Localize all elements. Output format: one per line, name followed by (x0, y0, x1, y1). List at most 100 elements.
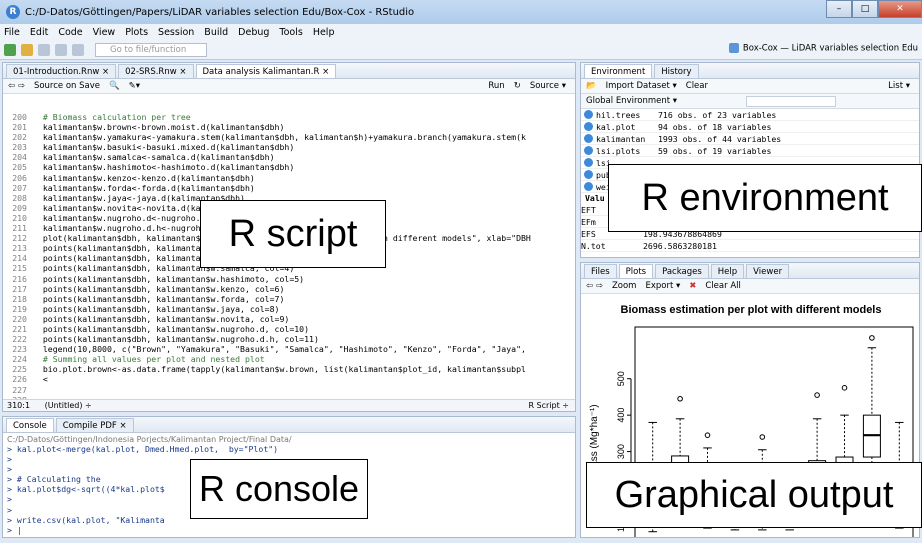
menu-help[interactable]: Help (313, 27, 335, 38)
remove-plot-icon[interactable]: ✖ (689, 281, 696, 291)
load-workspace-icon[interactable]: 📂 (586, 81, 597, 91)
maximize-button[interactable]: □ (852, 0, 878, 18)
environment-tab[interactable]: Environment (584, 64, 653, 78)
global-environment-selector[interactable]: Global Environment ▾ (586, 96, 677, 106)
clear-all-button[interactable]: Clear All (705, 281, 740, 291)
line-number: 206 (12, 172, 27, 183)
code-line[interactable]: points(kalimantan$dbh, kalimantan$w.novi… (33, 314, 531, 324)
code-line[interactable]: < (33, 374, 531, 384)
environment-row[interactable]: kalimantan 1993 obs. of 44 variables (581, 133, 919, 145)
plots-tab-bar: Files Plots Packages Help Viewer (581, 263, 919, 279)
close-button[interactable]: ✕ (878, 0, 922, 18)
data-frame-icon[interactable] (584, 110, 593, 119)
code-line[interactable]: kalimantan$w.basuki<-basuki.mixed.d(kali… (33, 142, 531, 152)
plots-tab[interactable]: Viewer (746, 264, 790, 278)
code-line[interactable]: points(kalimantan$dbh, kalimantan$w.ford… (33, 294, 531, 304)
code-line[interactable]: points(kalimantan$dbh, kalimantan$w.hash… (33, 274, 531, 284)
menu-plots[interactable]: Plots (125, 27, 148, 38)
export-button[interactable]: Export ▾ (645, 281, 680, 291)
code-line[interactable]: points(kalimantan$dbh, kalimantan$w.jaya… (33, 304, 531, 314)
data-frame-icon[interactable] (584, 170, 593, 179)
menu-tools[interactable]: Tools (279, 27, 302, 38)
editor-tab-bar: 01-Introduction.Rnw × 02-SRS.Rnw × Data an… (3, 63, 575, 79)
variable-description: 94 obs. of 18 variables (658, 121, 772, 132)
console-tab[interactable]: Compile PDF × (55, 418, 134, 432)
environment-toolbar: 📂 Import Dataset ▾ Clear List ▾ (581, 79, 919, 94)
code-line[interactable]: # Biomass calculation per tree (33, 112, 531, 122)
clear-workspace-button[interactable]: Clear (686, 81, 708, 91)
menu-edit[interactable]: Edit (30, 27, 48, 38)
plots-tab[interactable]: Files (584, 264, 617, 278)
code-line[interactable]: kalimantan$w.kenzo<-kenzo.d(kalimantan$d… (33, 173, 531, 183)
plots-tab[interactable]: Packages (655, 264, 709, 278)
outlier-point (677, 395, 683, 402)
editor-tab[interactable]: 02-SRS.Rnw × (118, 64, 194, 78)
open-project-icon[interactable] (21, 43, 33, 56)
new-file-icon[interactable] (4, 43, 16, 56)
plots-tab[interactable]: Help (710, 264, 745, 278)
console-line[interactable]: > | (7, 525, 575, 535)
environment-row[interactable]: lsi.plots 59 obs. of 19 variables (581, 145, 919, 157)
code-tools-icon[interactable]: ✎▾ (129, 81, 140, 91)
minimize-button[interactable]: – (826, 0, 852, 18)
file-type-selector[interactable]: R Script ÷ (528, 400, 569, 411)
code-line[interactable]: bio.plot.brown<-as.data.frame(tapply(kal… (33, 364, 531, 374)
code-line[interactable]: points(kalimantan$dbh, kalimantan$w.nugr… (33, 334, 531, 344)
zoom-button[interactable]: Zoom (612, 281, 637, 291)
code-line[interactable]: kalimantan$w.brown<-brown.moist.d(kalima… (33, 122, 531, 132)
code-line[interactable]: kalimantan$w.samalca<-samalca.d(kalimant… (33, 152, 531, 162)
outlier-point (704, 432, 711, 438)
variable-description: 716 obs. of 23 variables (658, 109, 777, 120)
data-frame-icon[interactable] (584, 182, 593, 191)
code-line[interactable]: points(kalimantan$dbh, kalimantan$w.kenz… (33, 284, 531, 294)
plot-nav-arrows[interactable]: ⇦ ⇨ (586, 281, 603, 291)
code-line[interactable]: # Summing all values per plot and nested… (33, 354, 531, 364)
project-menu[interactable]: Box-Cox — LiDAR variables selection Edu (728, 43, 918, 54)
menu-view[interactable]: View (93, 27, 116, 38)
environment-tab[interactable]: History (654, 64, 699, 78)
search-icon[interactable]: 🔍 (109, 81, 120, 91)
outlier-point (814, 392, 820, 398)
code-line[interactable]: points(kalimantan$dbh, kalimantan$w.nugr… (33, 324, 531, 334)
callout-graphical-output: Graphical output (586, 462, 922, 528)
rerun-icon[interactable]: ↻ (514, 81, 521, 91)
editor-tab[interactable]: 01-Introduction.Rnw × (6, 64, 117, 78)
menu-session[interactable]: Session (158, 27, 194, 38)
list-view-button[interactable]: List ▾ (888, 81, 910, 91)
environment-row[interactable]: hil.trees 716 obs. of 23 variables (581, 109, 919, 121)
save-icon[interactable] (38, 43, 50, 56)
code-line[interactable]: kalimantan$w.yamakura<-yamakura.stem(kal… (33, 132, 531, 142)
line-number: 221 (12, 323, 27, 334)
code-line[interactable]: kalimantan$w.forda<-forda.d(kalimantan$d… (33, 183, 531, 193)
menu-build[interactable]: Build (204, 27, 228, 38)
data-frame-icon[interactable] (584, 134, 593, 143)
back-arrow-icon[interactable]: ⇦ ⇨ (8, 81, 25, 91)
code-line[interactable]: legend(10,8000, c("Brown", "Yamakura", "… (33, 344, 531, 354)
environment-scope-bar: Global Environment ▾ (581, 94, 919, 109)
scope-selector[interactable]: (Untitled) ÷ (45, 401, 92, 410)
source-button[interactable]: Source ▾ (530, 81, 566, 91)
data-frame-icon[interactable] (584, 122, 593, 131)
run-button[interactable]: Run (488, 81, 504, 91)
data-frame-icon[interactable] (584, 158, 593, 167)
goto-file-input[interactable]: Go to file/function (95, 42, 207, 57)
import-dataset-button[interactable]: Import Dataset ▾ (606, 81, 677, 91)
save-all-icon[interactable] (55, 43, 67, 56)
rstudio-window: R C:/D-Datos/Göttingen/Papers/LiDAR vari… (0, 0, 922, 543)
environment-row[interactable]: N.tot 2696.5863280181 (581, 240, 919, 252)
source-on-save-checkbox[interactable]: Source on Save (34, 81, 100, 91)
plots-tab[interactable]: Plots (618, 264, 654, 278)
data-frame-icon[interactable] (584, 146, 593, 155)
menu-debug[interactable]: Debug (238, 27, 269, 38)
console-line[interactable]: > kal.plot<-merge(kal.plot, Dmed.Hmed.pl… (7, 444, 575, 454)
line-number: 208 (12, 192, 27, 203)
editor-tab[interactable]: Data analysis Kalimantan.R × (195, 64, 337, 78)
print-icon[interactable] (72, 43, 84, 56)
menu-code[interactable]: Code (58, 27, 82, 38)
menu-file[interactable]: File (4, 27, 20, 38)
y-tick-label: 400 (616, 408, 626, 423)
environment-row[interactable]: kal.plot 94 obs. of 18 variables (581, 121, 919, 133)
environment-search-input[interactable] (746, 95, 837, 107)
console-tab[interactable]: Console (6, 418, 54, 432)
code-line[interactable]: kalimantan$w.hashimoto<-hashimoto.d(kali… (33, 162, 531, 172)
